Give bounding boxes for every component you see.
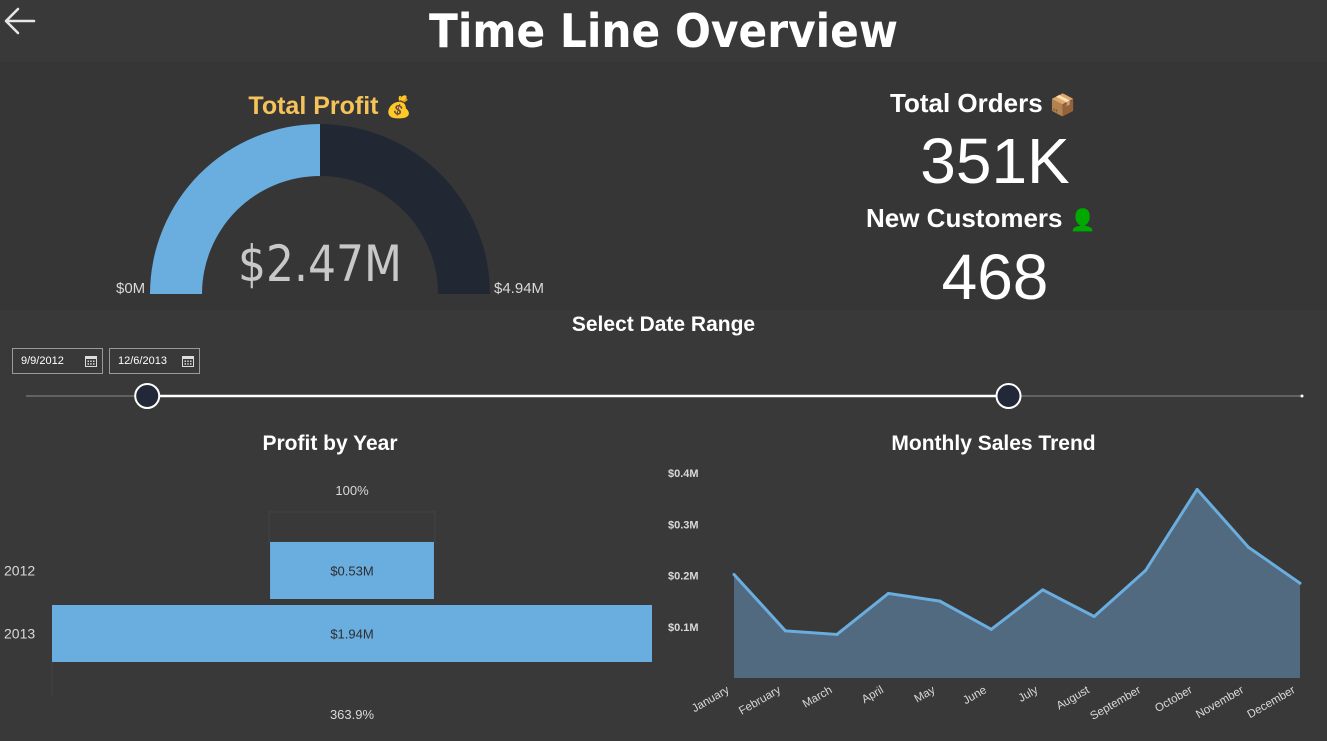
new-customers-label: New Customers 👤 <box>866 203 1096 234</box>
monthly-sales-title: Monthly Sales Trend <box>891 432 1096 455</box>
new-customers-text: New Customers <box>866 203 1063 233</box>
x-tick-label: May <box>912 684 937 705</box>
monthly-sales-chart[interactable]: $0.1M $0.2M $0.3M $0.4M January February March… <box>660 460 1327 741</box>
slider-end-handle[interactable] <box>995 383 1022 409</box>
funnel-category-label: 2013 <box>4 626 35 642</box>
gauge-title: Total Profit 💰 <box>160 92 500 121</box>
x-tick-label: April <box>860 684 886 706</box>
back-arrow-icon[interactable] <box>2 4 38 38</box>
x-tick-label: October <box>1153 684 1195 715</box>
y-tick-label: $0.3M <box>668 519 699 531</box>
sales-point-august[interactable] <box>1092 615 1096 618</box>
total-orders-label: Total Orders 📦 <box>890 88 1076 119</box>
sales-point-february[interactable] <box>783 629 787 633</box>
gauge-title-label: Total Profit <box>248 92 379 120</box>
calendar-icon[interactable] <box>85 355 97 367</box>
sales-point-july[interactable] <box>1041 588 1045 592</box>
date-range-title: Select Date Range <box>571 313 756 336</box>
x-tick-label: August <box>1055 684 1093 713</box>
x-tick-label: December <box>1246 684 1298 721</box>
money-bag-icon: 💰 <box>385 95 412 119</box>
user-icon: 👤 <box>1069 208 1096 232</box>
start-date-value: 9/9/2012 <box>21 355 64 367</box>
total-orders-text: Total Orders <box>890 88 1043 118</box>
x-tick-label: January <box>690 684 732 715</box>
start-date-input[interactable]: 9/9/2012 <box>12 348 103 374</box>
y-tick-label: $0.1M <box>668 622 699 634</box>
funnel-connector <box>268 511 436 543</box>
x-tick-label: March <box>801 684 835 710</box>
slider-start-handle[interactable] <box>134 383 161 409</box>
package-icon: 📦 <box>1049 93 1077 117</box>
gauge-max-label: $4.94M <box>494 280 545 297</box>
y-tick-label: $0.2M <box>668 571 699 583</box>
new-customers-value: 468 <box>941 241 1049 313</box>
funnel-value-label: $0.53M <box>330 564 373 579</box>
sales-point-december[interactable] <box>1298 581 1302 585</box>
sales-point-january[interactable] <box>732 572 736 576</box>
sales-point-june[interactable] <box>989 627 993 631</box>
sales-point-march[interactable] <box>835 632 839 636</box>
profit-by-year-chart[interactable]: 100% $0.53M 2012 $1.94M 2013 363.9% <box>0 470 660 735</box>
profit-by-year-title: Profit by Year <box>262 432 398 455</box>
page-title: Time Line Overview <box>429 4 898 58</box>
y-tick-label: $0.4M <box>668 468 699 480</box>
funnel-category-label: 2012 <box>4 563 35 579</box>
funnel-top-label: 100% <box>335 483 369 498</box>
sales-point-april[interactable] <box>886 591 890 595</box>
sales-area <box>734 489 1300 678</box>
gauge-min-label: $0M <box>116 280 146 297</box>
x-tick-label: September <box>1088 684 1143 723</box>
total-orders-value: 351K <box>920 125 1070 197</box>
slider-track-end <box>1300 394 1304 398</box>
date-range-slider[interactable] <box>0 380 1327 414</box>
x-tick-label: July <box>1017 684 1041 705</box>
sales-point-november[interactable] <box>1247 545 1251 549</box>
sales-point-october[interactable] <box>1195 487 1199 491</box>
funnel-value-label: $1.94M <box>330 627 373 642</box>
x-tick-label: November <box>1194 684 1246 721</box>
end-date-input[interactable]: 12/6/2013 <box>109 348 200 374</box>
x-tick-label: June <box>961 684 989 707</box>
sales-point-september[interactable] <box>1144 568 1148 572</box>
gauge-value: $2.47M <box>238 235 402 293</box>
sales-point-may[interactable] <box>938 599 942 603</box>
funnel-bottom-label: 363.9% <box>330 707 375 722</box>
x-tick-label: February <box>737 684 783 718</box>
calendar-icon[interactable] <box>182 355 194 367</box>
end-date-value: 12/6/2013 <box>118 355 167 367</box>
